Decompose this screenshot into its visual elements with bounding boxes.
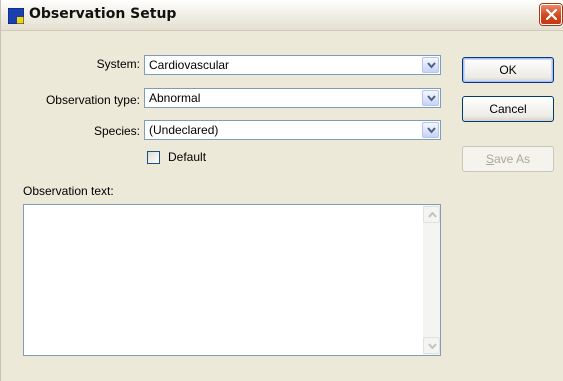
scroll-up-button[interactable] <box>423 206 440 223</box>
observation-text-label: Observation text: <box>23 184 114 198</box>
chevron-down-icon <box>427 95 436 102</box>
chevron-down-icon <box>428 343 437 349</box>
system-dropdown[interactable]: Cardiovascular <box>144 55 441 75</box>
species-dropdown-arrow[interactable] <box>422 122 439 138</box>
ok-button[interactable]: OK <box>462 57 554 83</box>
close-button[interactable] <box>540 4 562 25</box>
save-as-button[interactable]: Save As <box>462 146 554 172</box>
scroll-down-button[interactable] <box>423 337 440 354</box>
observation-type-dropdown[interactable]: Abnormal <box>144 88 441 108</box>
chevron-down-icon <box>427 62 436 69</box>
observation-setup-dialog: Observation Setup System: Cardiovascular… <box>0 0 563 381</box>
observation-text-area[interactable] <box>23 204 441 356</box>
observation-type-dropdown-arrow[interactable] <box>422 90 439 106</box>
default-checkbox-label[interactable]: Default <box>168 150 206 164</box>
species-dropdown[interactable]: (Undeclared) <box>144 120 441 140</box>
system-dropdown-arrow[interactable] <box>422 57 439 73</box>
chevron-down-icon <box>427 127 436 134</box>
vertical-scrollbar[interactable] <box>423 205 440 355</box>
system-value: Cardiovascular <box>149 58 230 72</box>
app-icon <box>8 8 24 24</box>
default-checkbox[interactable] <box>147 151 160 164</box>
save-as-label-rest: ave As <box>493 152 531 166</box>
species-label: Species: <box>93 124 140 138</box>
cancel-button[interactable]: Cancel <box>462 96 554 122</box>
species-value: (Undeclared) <box>149 123 219 137</box>
title-bar[interactable]: Observation Setup <box>1 0 563 31</box>
observation-type-label: Observation type: <box>45 93 140 107</box>
observation-type-value: Abnormal <box>149 91 201 105</box>
window-title: Observation Setup <box>29 6 177 22</box>
save-as-mnemonic: S <box>485 152 494 166</box>
close-icon <box>546 9 557 20</box>
chevron-up-icon <box>428 212 437 218</box>
system-label: System: <box>96 57 140 71</box>
